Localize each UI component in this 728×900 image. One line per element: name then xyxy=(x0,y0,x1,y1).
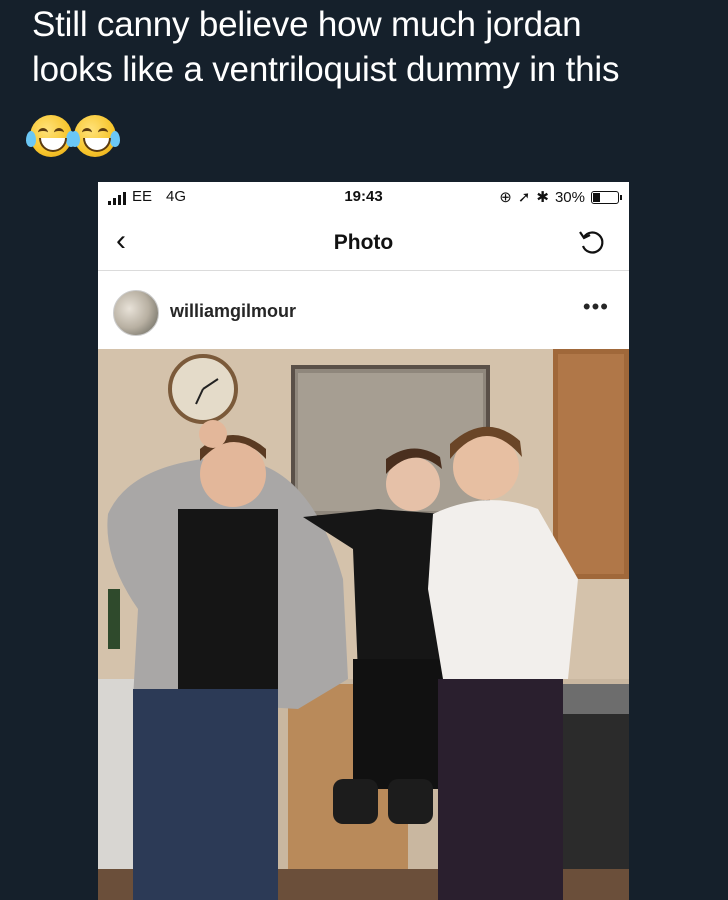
post-photo xyxy=(98,349,629,900)
tears-of-joy-emoji-icon xyxy=(26,115,76,157)
nav-title: Photo xyxy=(333,231,394,254)
bluetooth-icon: ✱ xyxy=(536,189,549,206)
post-username[interactable]: williamgilmour xyxy=(170,301,296,322)
orientation-lock-icon: ⊕ xyxy=(499,189,512,206)
emoji-row xyxy=(26,115,120,159)
location-arrow-icon: ➚ xyxy=(517,189,531,206)
post-header: williamgilmour ••• xyxy=(98,272,629,348)
nav-bar: ‹ Photo xyxy=(98,216,629,271)
instagram-screenshot: EE 4G 19:43 ⊕ ➚ ✱ 30% ‹ Photo williamgil… xyxy=(98,182,629,900)
status-right: ⊕ ➚ ✱ 30% xyxy=(499,188,622,206)
battery-percent: 30% xyxy=(554,188,585,206)
avatar[interactable] xyxy=(113,290,159,336)
tears-of-joy-emoji-icon xyxy=(70,115,120,157)
more-options-icon[interactable]: ••• xyxy=(583,294,609,320)
battery-icon xyxy=(591,190,622,204)
tweet-text: Still canny believe how much jordan look… xyxy=(32,2,712,92)
refresh-icon[interactable] xyxy=(577,228,607,258)
tweet-line-1: Still canny believe how much jordan xyxy=(32,5,582,44)
tweet-line-2: looks like a ventriloquist dummy in this xyxy=(32,50,620,89)
status-bar: EE 4G 19:43 ⊕ ➚ ✱ 30% xyxy=(98,182,629,212)
